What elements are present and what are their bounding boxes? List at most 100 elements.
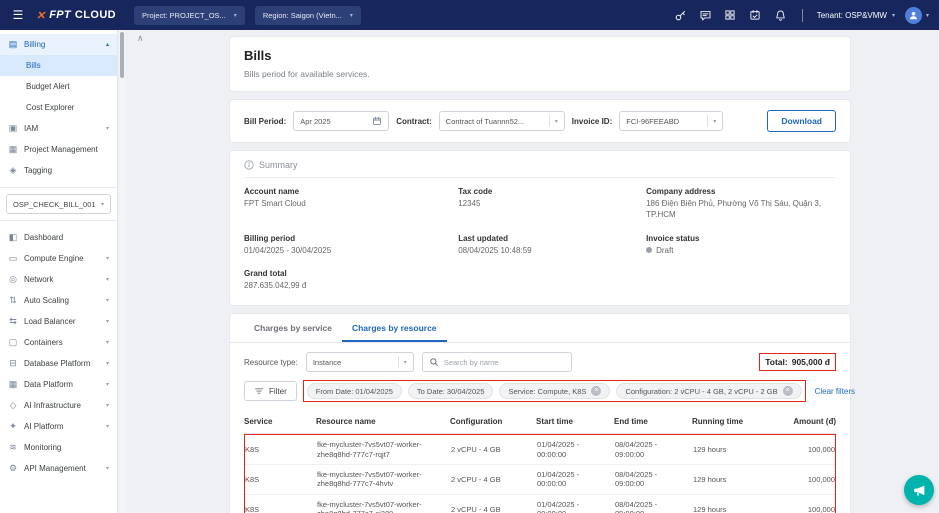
status-dot-icon [646,247,652,253]
project-dropdown-value: Project: PROJECT_OS... [142,11,226,20]
user-menu[interactable]: ▾ [905,7,929,24]
chevron-down-icon: ▾ [106,255,109,262]
sidebar-item-label: Dashboard [24,233,63,242]
containers-icon: ▢ [8,337,18,348]
search-input[interactable] [444,358,565,367]
workspace-select[interactable]: OSP_CHECK_BILL_001 ▾ [6,194,111,214]
status-badge: Draft [646,246,836,257]
chevron-down-icon: ▾ [234,12,237,19]
field-label: Tax code [458,187,634,196]
chevron-down-icon: ▾ [106,297,109,304]
sidebar-item-ai-platform[interactable]: ✦ AI Platform ▾ [0,416,117,437]
cell-end-time: 08/04/2025 - 09:00:00 [615,500,687,513]
cell-resource-name: fke-mycluster-7vs5vt07-worker-zhe8q8hd-7… [317,440,445,459]
chat-icon[interactable] [698,8,713,23]
chip-from-date[interactable]: From Date: 01/04/2025 [307,383,402,399]
tab-charges-by-resource[interactable]: Charges by resource [342,314,447,342]
field-value: 186 Điện Biên Phủ, Phường Võ Thị Sáu, Qu… [646,199,836,221]
field-value: FPT Smart Cloud [244,199,446,210]
sidebar-item-iam[interactable]: ▣ IAM ▾ [0,118,117,139]
sidebar-item-ai-infrastructure[interactable]: ◇ AI Infrastructure ▾ [0,395,117,416]
tab-charges-by-service[interactable]: Charges by service [244,314,342,342]
sidebar-item-data-platform[interactable]: ▦ Data Platform ▾ [0,374,117,395]
resource-type-label: Resource type: [244,358,298,367]
sidebar-item-compute-engine[interactable]: ▭ Compute Engine ▾ [0,248,117,269]
field-value: 12345 [458,199,634,210]
chip-configuration[interactable]: Configuration: 2 vCPU - 4 GB, 2 vCPU - 2… [616,383,801,399]
page-subtitle: Bills period for available services. [244,69,836,79]
sidebar-item-load-balancer[interactable]: ⇆ Load Balancer ▾ [0,311,117,332]
clear-filters-link[interactable]: Clear filters [815,387,855,396]
sidebar-item-billing[interactable]: ▤ Billing ▴ [0,34,117,55]
sidebar-item-database-platform[interactable]: ⊟ Database Platform ▾ [0,353,117,374]
resource-type-select[interactable]: Instance ▾ [306,352,414,372]
summary-field-last-updated: Last updated 08/04/2025 10:48:59 [458,234,634,257]
tenant-dropdown[interactable]: Tenant: OSP&VMW ▾ [817,11,895,20]
chip-remove-icon[interactable] [591,386,601,396]
sidebar-item-label: Containers [24,338,63,347]
key-icon[interactable] [673,8,688,23]
chevron-down-icon: ▾ [106,339,109,346]
filter-button[interactable]: Filter [244,381,297,401]
calendar-icon[interactable] [748,8,763,23]
col-header-configuration: Configuration [450,417,530,426]
data-platform-icon: ▦ [8,379,18,390]
api-management-icon: ⚙ [8,463,18,474]
filter-chips-row: Filter From Date: 01/04/2025 To Date: 30… [230,378,850,410]
ai-platform-icon: ✦ [8,421,18,432]
cell-configuration: 2 vCPU - 4 GB [451,505,531,513]
fpt-logo-mark-icon: ✕ [36,9,45,22]
sidebar-item-label: Network [24,275,53,284]
table-rows-annotated: K8S fke-mycluster-7vs5vt07-worker-zhe8q8… [244,434,836,513]
filter-icon [254,386,264,396]
invoice-id-select[interactable]: FCI-96FEEABD ▾ [619,111,723,131]
sidebar-item-network[interactable]: ◎ Network ▾ [0,269,117,290]
sidebar-item-project-management[interactable]: ▦ Project Management [0,139,117,160]
chip-label: Service: Compute, K8S [508,387,586,396]
region-dropdown[interactable]: Region: Saigon (Vietn... ▾ [255,6,361,25]
chevron-down-icon: ▾ [106,360,109,367]
support-chat-fab[interactable] [904,475,934,505]
chip-service[interactable]: Service: Compute, K8S [499,383,610,399]
monitoring-icon: ≋ [8,442,18,453]
sidebar-item-dashboard[interactable]: ◧ Dashboard [0,227,117,248]
project-dropdown[interactable]: Project: PROJECT_OS... ▾ [134,6,245,25]
contract-select-value: Contract of Tuannn52... [446,117,544,126]
field-label: Account name [244,187,446,196]
sidebar-item-label: Auto Scaling [24,296,69,305]
sidebar-item-api-management[interactable]: ⚙ API Management ▾ [0,458,117,479]
sidebar-item-budget-alert[interactable]: Budget Alert [0,76,117,97]
bell-icon[interactable] [773,8,788,23]
chevron-down-icon: ▾ [713,118,716,125]
search-box [422,352,572,372]
hamburger-menu-icon[interactable]: ☰ [10,8,26,22]
summary-field-tax-code: Tax code 12345 [458,187,634,221]
cell-running-time: 129 hours [693,505,773,513]
chip-to-date[interactable]: To Date: 30/04/2025 [408,383,494,399]
filter-chips-annotated: From Date: 01/04/2025 To Date: 30/04/202… [303,380,806,402]
sidebar-item-bills[interactable]: Bills [0,55,117,76]
sidebar-item-auto-scaling[interactable]: ⇅ Auto Scaling ▾ [0,290,117,311]
sidebar-item-tagging[interactable]: ◈ Tagging [0,160,117,181]
bill-period-input[interactable]: Apr 2025 [293,111,389,131]
sidebar-item-containers[interactable]: ▢ Containers ▾ [0,332,117,353]
col-header-start-time: Start time [536,417,608,426]
load-balancer-icon: ⇆ [8,316,18,327]
bill-period-label: Bill Period: [244,117,286,126]
ai-infrastructure-icon: ◇ [8,400,18,411]
field-label: Company address [646,187,836,196]
chip-remove-icon[interactable] [783,386,793,396]
download-button[interactable]: Download [767,110,836,132]
apps-grid-icon[interactable] [723,8,738,23]
fpt-cloud-logo[interactable]: ✕ FPT CLOUD [36,9,116,22]
chevron-down-icon: ▾ [926,12,929,19]
sidebar-item-monitoring[interactable]: ≋ Monitoring [0,437,117,458]
col-header-service: Service [244,417,310,426]
summary-grid: Account name FPT Smart Cloud Tax code 12… [244,187,836,292]
contract-select[interactable]: Contract of Tuannn52... ▾ [439,111,565,131]
summary-field-account-name: Account name FPT Smart Cloud [244,187,446,221]
summary-field-grand-total: Grand total 287.635.042,99 đ [244,269,446,292]
sidebar-item-cost-explorer[interactable]: Cost Explorer [0,97,117,118]
sidebar-scrollbar-thumb[interactable] [120,32,124,78]
sidebar-item-label: Cost Explorer [26,103,74,112]
